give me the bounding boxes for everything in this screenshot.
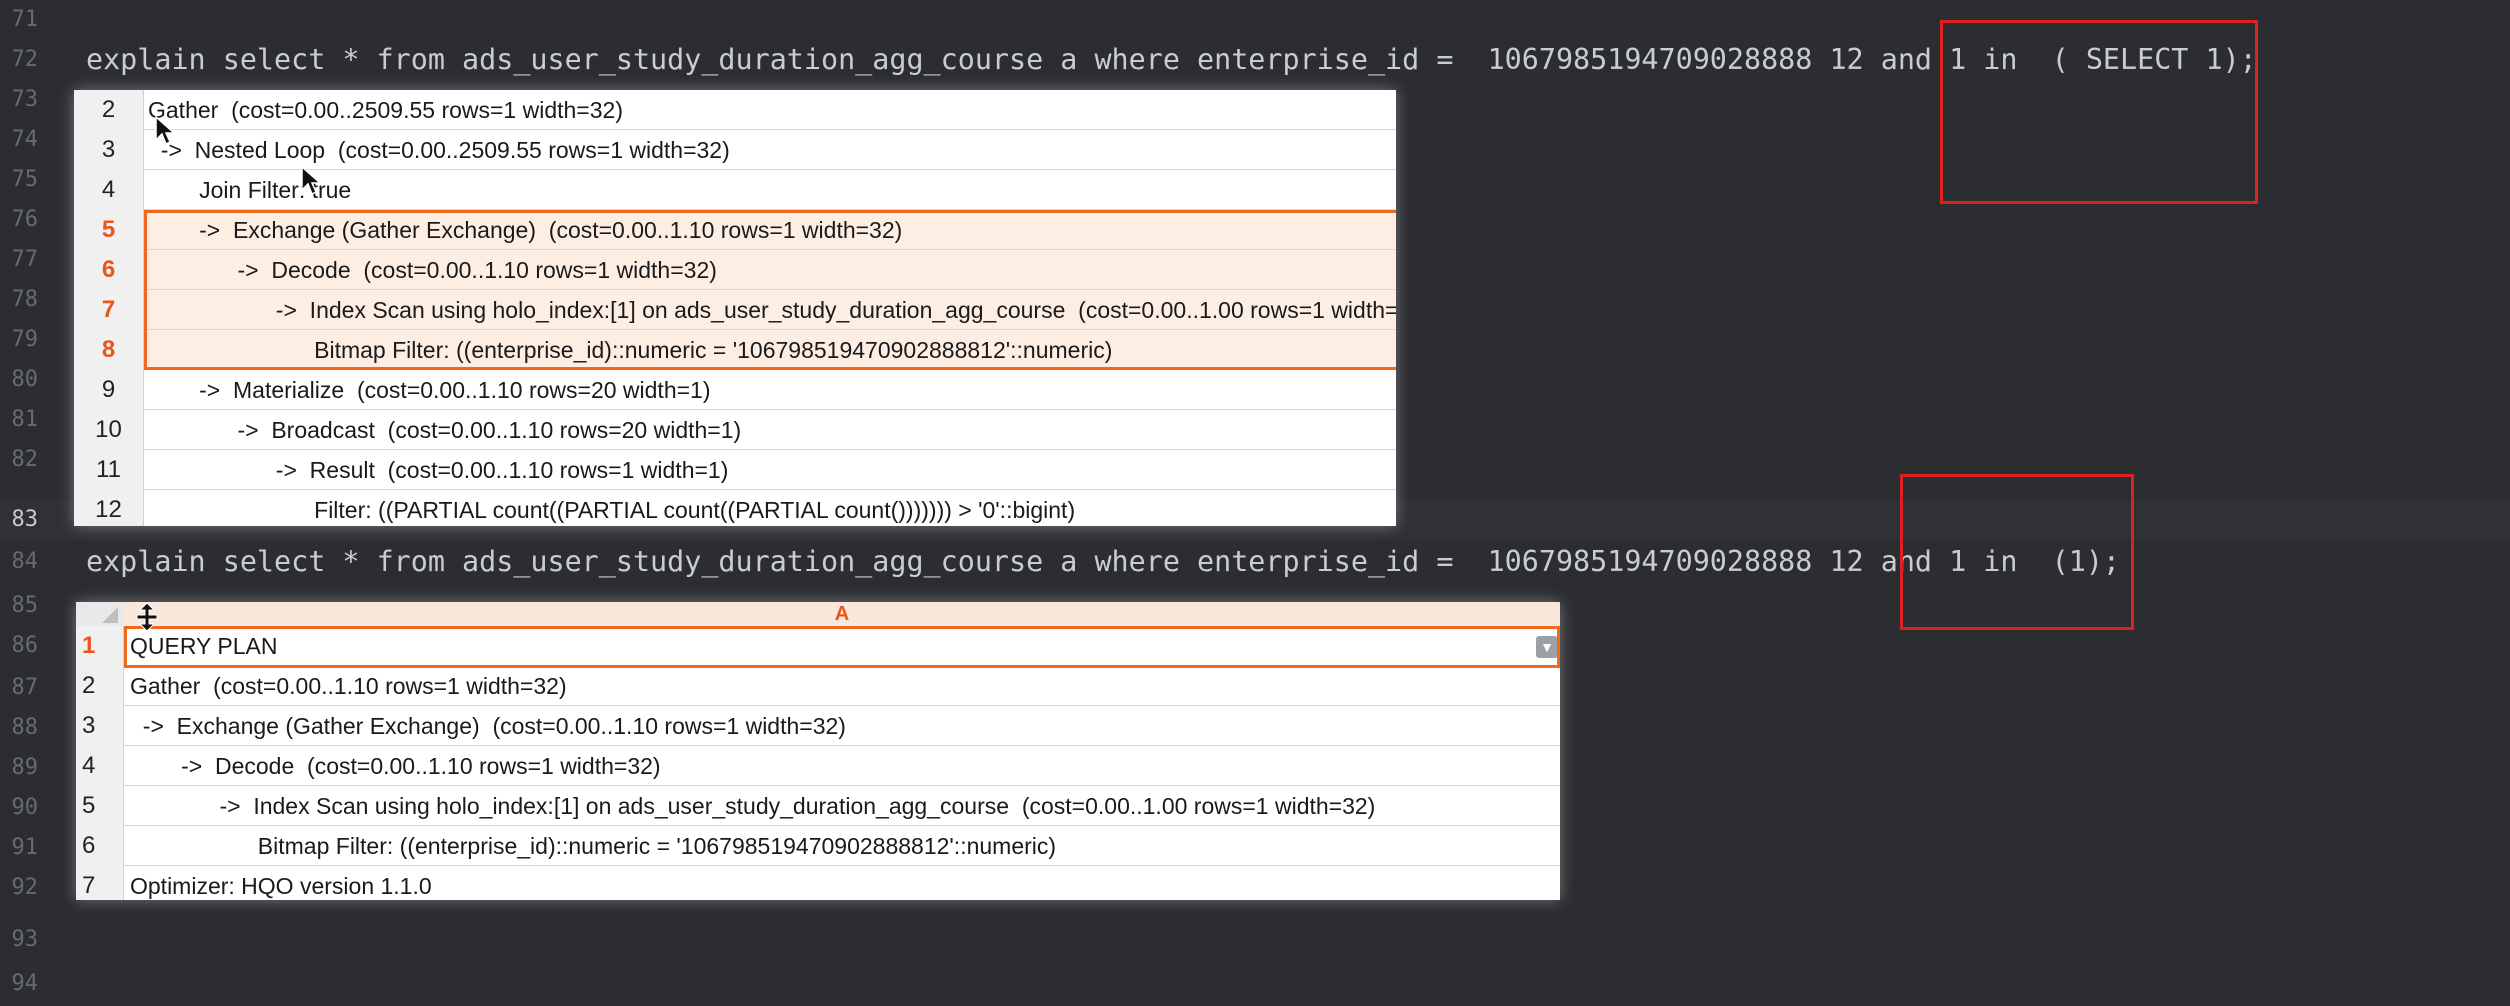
table-row[interactable]: 5 -> Index Scan using holo_index:[1] on … (76, 786, 1560, 826)
plan-cell[interactable]: -> Materialize (cost=0.00..1.10 rows=20 … (148, 370, 1396, 410)
line-number: 89 (11, 755, 39, 780)
plan-cell[interactable]: -> Nested Loop (cost=0.00..2509.55 rows=… (148, 130, 1396, 170)
annotation-box-subquery (1940, 20, 2258, 204)
table-row-highlighted[interactable]: 7 -> Index Scan using holo_index:[1] on … (74, 290, 1396, 330)
table-row[interactable]: 3 -> Exchange (Gather Exchange) (cost=0.… (76, 706, 1560, 746)
chevron-down-icon[interactable]: ▼ (1536, 636, 1558, 658)
table-row[interactable]: 9 -> Materialize (cost=0.00..1.10 rows=2… (74, 370, 1396, 410)
row-number: 2 (74, 90, 144, 130)
plan-cell[interactable]: Optimizer: HQO version 1.1.0 (130, 866, 1560, 900)
mouse-pointer-icon (301, 166, 322, 196)
row-number: 4 (76, 746, 124, 786)
column-header-row: A (76, 602, 1560, 627)
table-row[interactable]: 4 Join Filter: true (74, 170, 1396, 210)
plan-cell[interactable]: Join Filter: true (148, 170, 1396, 210)
line-number: 76 (11, 207, 39, 232)
plan-cell[interactable]: -> Broadcast (cost=0.00..1.10 rows=20 wi… (148, 410, 1396, 450)
line-number: 85 (11, 593, 39, 618)
sql-statement-literal[interactable]: explain select * from ads_user_study_dur… (86, 542, 2120, 582)
line-number: 82 (11, 447, 39, 472)
row-number: 10 (74, 410, 144, 450)
line-number: 92 (11, 875, 39, 900)
line-number: 81 (11, 407, 39, 432)
sql-statement-subquery[interactable]: explain select * from ads_user_study_dur… (86, 40, 2257, 80)
annotation-box-literal (1900, 474, 2134, 630)
line-number: 83 (11, 507, 39, 532)
row-number: 1 (76, 626, 124, 666)
row-number: 7 (76, 866, 124, 900)
plan-cell[interactable]: -> Exchange (Gather Exchange) (cost=0.00… (130, 706, 1560, 746)
plan-cell[interactable]: -> Decode (cost=0.00..1.10 rows=1 width=… (148, 250, 1396, 290)
line-number: 87 (11, 675, 39, 700)
row-number: 5 (76, 786, 124, 826)
table-row-highlighted[interactable]: 6 -> Decode (cost=0.00..1.10 rows=1 widt… (74, 250, 1396, 290)
plan-cell[interactable]: -> Index Scan using holo_index:[1] on ad… (130, 786, 1560, 826)
line-number: 91 (11, 835, 39, 860)
plan-cell[interactable]: Bitmap Filter: ((enterprise_id)::numeric… (130, 826, 1560, 866)
editor-line[interactable]: 93 (0, 920, 2510, 960)
line-number: 90 (11, 795, 39, 820)
table-row[interactable]: 3 -> Nested Loop (cost=0.00..2509.55 row… (74, 130, 1396, 170)
plan-cell[interactable]: -> Exchange (Gather Exchange) (cost=0.00… (148, 210, 1396, 250)
line-number: 79 (11, 327, 39, 352)
line-number: 88 (11, 715, 39, 740)
line-number: 77 (11, 247, 39, 272)
row-number: 8 (74, 330, 144, 370)
line-number: 78 (11, 287, 39, 312)
row-number: 4 (74, 170, 144, 210)
mouse-pointer-icon (155, 116, 176, 146)
line-number: 93 (11, 927, 39, 952)
table-row[interactable]: 2 Gather (cost=0.00..2509.55 rows=1 width… (74, 90, 1396, 130)
plan-cell[interactable]: Filter: ((PARTIAL count((PARTIAL count((… (148, 490, 1396, 526)
column-header-a[interactable]: A (124, 602, 1560, 626)
row-number: 3 (76, 706, 124, 746)
table-row-selected[interactable]: 1 QUERY PLAN ▼ (76, 626, 1560, 666)
row-number: 7 (74, 290, 144, 330)
row-number: 11 (74, 450, 144, 490)
row-number: 9 (74, 370, 144, 410)
plan-cell[interactable]: Gather (cost=0.00..2509.55 rows=1 width=… (148, 90, 1396, 130)
line-number: 71 (11, 7, 39, 32)
table-row-highlighted[interactable]: 8 Bitmap Filter: ((enterprise_id)::numer… (74, 330, 1396, 370)
plan-cell[interactable]: Bitmap Filter: ((enterprise_id)::numeric… (148, 330, 1396, 370)
row-number: 5 (74, 210, 144, 250)
row-number: 6 (74, 250, 144, 290)
row-number: 2 (76, 666, 124, 706)
plan-cell[interactable]: -> Decode (cost=0.00..1.10 rows=1 width=… (130, 746, 1560, 786)
table-row[interactable]: 4 -> Decode (cost=0.00..1.10 rows=1 widt… (76, 746, 1560, 786)
line-number: 74 (11, 127, 39, 152)
table-row[interactable]: 12 Filter: ((PARTIAL count((PARTIAL coun… (74, 490, 1396, 526)
resize-cursor-icon (136, 602, 158, 632)
table-row[interactable]: 7 Optimizer: HQO version 1.1.0 (76, 866, 1560, 900)
table-row[interactable]: 6 Bitmap Filter: ((enterprise_id)::numer… (76, 826, 1560, 866)
plan-cell[interactable]: QUERY PLAN (130, 626, 1530, 666)
line-number: 80 (11, 367, 39, 392)
select-all-corner[interactable] (76, 602, 124, 626)
plan-cell[interactable]: Gather (cost=0.00..1.10 rows=1 width=32) (130, 666, 1560, 706)
line-number: 84 (11, 549, 39, 574)
editor-line[interactable]: 94 (0, 964, 2510, 1004)
table-row[interactable]: 2 Gather (cost=0.00..1.10 rows=1 width=32… (76, 666, 1560, 706)
plan-cell[interactable]: -> Result (cost=0.00..1.10 rows=1 width=… (148, 450, 1396, 490)
query-plan-grid-literal[interactable]: A 1 QUERY PLAN ▼ 2 Gather (cost=0.00..1.10 … (76, 602, 1560, 900)
row-number: 12 (74, 490, 144, 526)
line-number: 75 (11, 167, 39, 192)
row-number: 6 (76, 826, 124, 866)
table-row[interactable]: 10 -> Broadcast (cost=0.00..1.10 rows=20… (74, 410, 1396, 450)
query-plan-grid-subquery[interactable]: 2 Gather (cost=0.00..2509.55 rows=1 width… (74, 90, 1396, 526)
plan-cell[interactable]: -> Index Scan using holo_index:[1] on ad… (148, 290, 1396, 330)
row-number: 3 (74, 130, 144, 170)
table-row-highlighted[interactable]: 5 -> Exchange (Gather Exchange) (cost=0.… (74, 210, 1396, 250)
line-number: 73 (11, 87, 39, 112)
line-number: 86 (11, 633, 39, 658)
line-number: 72 (11, 47, 39, 72)
line-number: 94 (11, 971, 39, 996)
table-row[interactable]: 11 -> Result (cost=0.00..1.10 rows=1 wid… (74, 450, 1396, 490)
